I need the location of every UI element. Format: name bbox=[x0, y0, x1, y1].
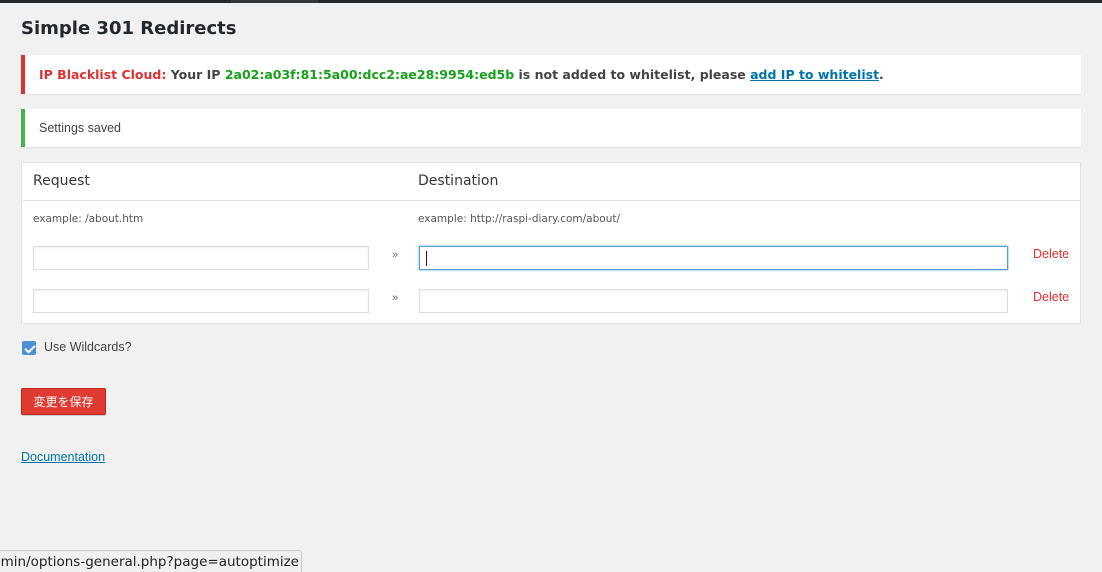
add-ip-whitelist-link[interactable]: add IP to whitelist bbox=[750, 67, 879, 82]
text-before-ip: Your IP bbox=[166, 67, 225, 82]
browser-status-bar: min/options-general.php?page=autoptimize bbox=[0, 550, 302, 572]
request-input-2[interactable] bbox=[33, 289, 369, 313]
example-destination: example: http://raspi-diary.com/about/ bbox=[418, 213, 621, 225]
header-destination: Destination bbox=[418, 173, 499, 189]
example-request: example: /about.htm bbox=[33, 213, 144, 225]
header-request: Request bbox=[33, 173, 90, 189]
request-input-1[interactable] bbox=[33, 246, 369, 270]
table-header: Request Destination bbox=[22, 163, 1080, 201]
wildcards-label: Use Wildcards? bbox=[44, 340, 132, 354]
settings-saved-notice: Settings saved bbox=[21, 109, 1081, 147]
notice-message: IP Blacklist Cloud: Your IP 2a02:a03f:81… bbox=[39, 67, 884, 82]
admin-top-bar-segment bbox=[231, 0, 318, 3]
redirect-arrow: » bbox=[392, 249, 399, 261]
admin-top-bar bbox=[0, 0, 1102, 3]
wildcards-checkbox[interactable] bbox=[22, 341, 36, 355]
blacklist-notice: IP Blacklist Cloud: Your IP 2a02:a03f:81… bbox=[21, 55, 1081, 94]
settings-saved-text: Settings saved bbox=[39, 121, 121, 135]
text-after-ip: is not added to whitelist, please bbox=[514, 67, 751, 82]
destination-input-1[interactable] bbox=[419, 246, 1008, 270]
page-title: Simple 301 Redirects bbox=[21, 18, 237, 39]
redirect-arrow: » bbox=[392, 292, 399, 304]
blacklist-label: IP Blacklist Cloud bbox=[39, 67, 162, 82]
text-caret bbox=[426, 251, 427, 266]
delete-row-2-link[interactable]: Delete bbox=[1033, 290, 1069, 304]
documentation-link[interactable]: Documentation bbox=[21, 450, 105, 464]
save-changes-button[interactable]: 変更を保存 bbox=[21, 388, 106, 415]
delete-row-1-link[interactable]: Delete bbox=[1033, 247, 1069, 261]
destination-input-2[interactable] bbox=[419, 289, 1008, 313]
redirects-table: Request Destination example: /about.htm … bbox=[21, 162, 1081, 324]
notice-period: . bbox=[879, 67, 884, 82]
status-url: min/options-general.php?page=autoptimize bbox=[0, 554, 299, 570]
ip-address: 2a02:a03f:81:5a00:dcc2:ae28:9954:ed5b bbox=[224, 67, 515, 82]
